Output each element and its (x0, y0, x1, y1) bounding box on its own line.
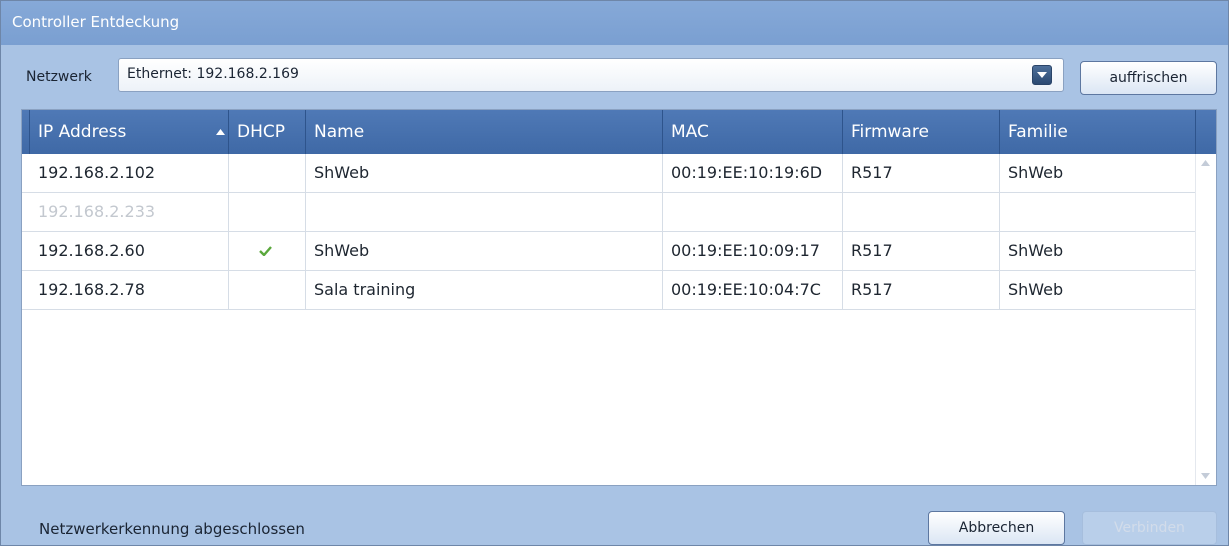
column-header-label: IP Address (38, 122, 127, 142)
cell-dhcp (229, 193, 306, 231)
controller-table: IP Address DHCP Name MAC Firmware Famili… (21, 109, 1217, 486)
cell-name: ShWeb (306, 232, 663, 270)
controller-discovery-window: Controller Entdeckung Netzwerk Ethernet:… (0, 0, 1229, 546)
status-text: Netzwerkerkennung abgeschlossen (39, 520, 305, 538)
checkmark-icon (259, 246, 272, 256)
table-row[interactable]: 192.168.2.60 ShWeb 00:19:EE:10:09:17 R51… (22, 232, 1196, 271)
cell-mac: 00:19:EE:10:09:17 (663, 232, 843, 270)
cell-family (1000, 193, 1196, 231)
sort-ascending-icon (216, 129, 225, 135)
cell-name: Sala training (306, 271, 663, 309)
scroll-down-arrow-icon[interactable] (1201, 473, 1210, 479)
cell-ip: 192.168.2.233 (22, 193, 229, 231)
network-combobox[interactable]: Ethernet: 192.168.2.169 (118, 58, 1064, 92)
footer-bar: Netzwerkerkennung abgeschlossen Abbreche… (1, 494, 1228, 547)
column-header-dhcp[interactable]: DHCP (229, 110, 306, 154)
table-row[interactable]: 192.168.2.102 ShWeb 00:19:EE:10:19:6D R5… (22, 154, 1196, 193)
cell-mac: 00:19:EE:10:19:6D (663, 154, 843, 192)
column-header-label: Familie (1008, 122, 1068, 142)
table-header: IP Address DHCP Name MAC Firmware Famili… (22, 110, 1216, 154)
title-bar: Controller Entdeckung (1, 1, 1228, 45)
cell-family: ShWeb (1000, 232, 1196, 270)
cell-family: ShWeb (1000, 271, 1196, 309)
column-header-name[interactable]: Name (306, 110, 663, 154)
chevron-down-icon (1037, 72, 1047, 78)
column-header-ip[interactable]: IP Address (30, 110, 229, 154)
cell-firmware: R517 (843, 232, 1000, 270)
network-label: Netzwerk (26, 69, 92, 85)
table-row[interactable]: 192.168.2.78 Sala training 00:19:EE:10:0… (22, 271, 1196, 310)
cell-dhcp (229, 271, 306, 309)
column-header-mac[interactable]: MAC (663, 110, 843, 154)
cell-ip: 192.168.2.78 (22, 271, 229, 309)
cancel-button[interactable]: Abbrechen (928, 511, 1065, 545)
row-header-spacer (22, 110, 30, 154)
column-header-label: Name (314, 122, 365, 142)
network-row: Netzwerk Ethernet: 192.168.2.169 (1, 55, 1228, 97)
scroll-up-arrow-icon[interactable] (1201, 160, 1210, 166)
cell-firmware: R517 (843, 271, 1000, 309)
window-title: Controller Entdeckung (12, 13, 180, 31)
column-header-family[interactable]: Familie (1000, 110, 1196, 154)
cell-ip: 192.168.2.60 (22, 232, 229, 270)
cell-mac (663, 193, 843, 231)
cell-dhcp (229, 154, 306, 192)
cell-name (306, 193, 663, 231)
cell-family: ShWeb (1000, 154, 1196, 192)
combo-dropdown-button[interactable] (1032, 65, 1052, 85)
cell-name: ShWeb (306, 154, 663, 192)
column-header-label: MAC (671, 122, 709, 142)
refresh-button[interactable]: auffrischen (1080, 61, 1217, 95)
cell-mac: 00:19:EE:10:04:7C (663, 271, 843, 309)
cell-ip: 192.168.2.102 (22, 154, 229, 192)
column-header-label: Firmware (851, 122, 929, 142)
network-selected-value: Ethernet: 192.168.2.169 (127, 66, 299, 82)
connect-button[interactable]: Verbinden (1082, 511, 1217, 545)
cell-dhcp (229, 232, 306, 270)
column-header-label: DHCP (237, 122, 285, 142)
vertical-scrollbar[interactable] (1195, 154, 1216, 485)
table-row[interactable]: 192.168.2.233 (22, 193, 1196, 232)
cell-firmware: R517 (843, 154, 1000, 192)
column-header-firmware[interactable]: Firmware (843, 110, 1000, 154)
cell-firmware (843, 193, 1000, 231)
